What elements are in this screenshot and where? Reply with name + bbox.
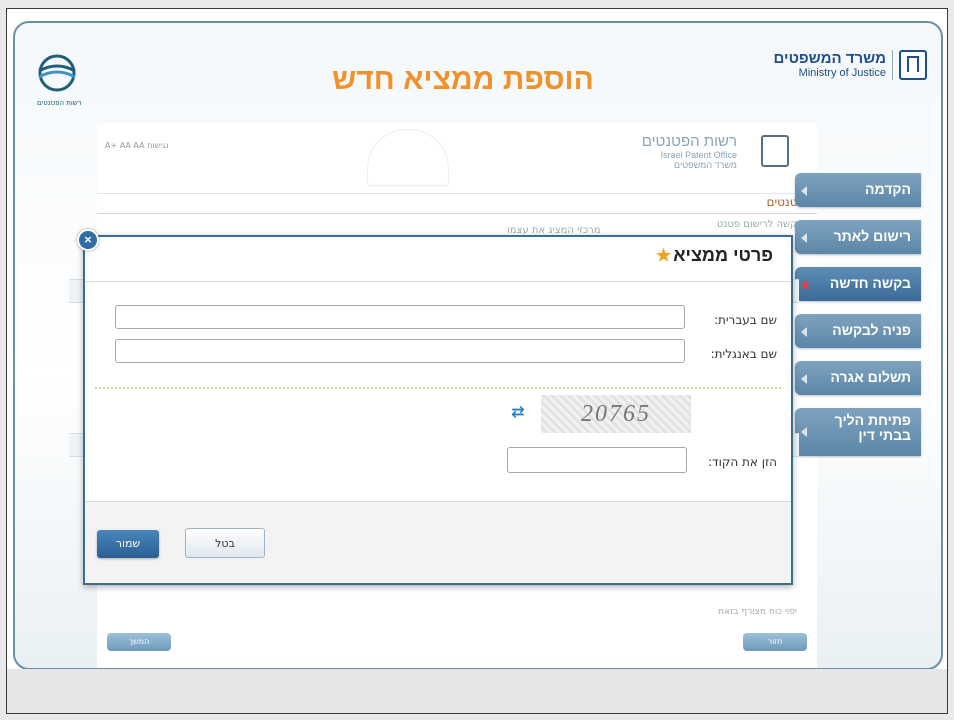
dialog-divider — [85, 281, 791, 282]
nav-court-proceedings[interactable]: פתיחת הליךבבתי דין — [795, 408, 921, 456]
ipo-logo-icon — [37, 53, 77, 93]
nav-active-arrow-icon — [801, 280, 807, 290]
app-ipo-name: רשות הפטנטים Israel Patent Office משרד ה… — [642, 133, 737, 170]
nav-site-registration[interactable]: רישום לאתר — [795, 220, 921, 254]
hebrew-name-input[interactable] — [115, 305, 685, 329]
ipo-logo-text: רשות הפטנטים — [37, 99, 117, 107]
app-emblem-icon — [761, 135, 789, 167]
nav-intro[interactable]: הקדמה — [795, 173, 921, 207]
cancel-button[interactable]: בטל — [185, 528, 265, 558]
nav-application-request-label: פניה לבקשה — [832, 322, 911, 338]
english-name-input[interactable] — [115, 339, 685, 363]
star-icon: ★ — [656, 246, 671, 266]
code-label: הזן את הקוד: — [708, 455, 777, 469]
nav-court-line1: פתיחת הליך — [795, 413, 911, 428]
save-button[interactable]: שמור — [97, 530, 159, 558]
slide-bottom-area — [7, 669, 947, 714]
app-ipo-name-en: Israel Patent Office — [642, 150, 737, 160]
nav-arrow-icon — [801, 233, 807, 243]
nav-intro-label: הקדמה — [865, 181, 911, 197]
ministry-divider — [892, 50, 893, 80]
nav-fee-payment-label: תשלום אגרה — [830, 369, 911, 385]
back-button[interactable]: חזור — [743, 633, 807, 651]
inventor-details-dialog: × פרטי ממציא ★ שם בעברית: שם באנגלית: ⇄ … — [83, 235, 793, 585]
close-icon[interactable]: × — [77, 229, 99, 251]
app-header: A+ AA AA נגישות רשות הפטנטים Israel Pate… — [97, 123, 817, 194]
slide-frame: רשות הפטנטים הוספת ממציא חדש משרד המשפטי… — [6, 8, 948, 714]
slide-title: הוספת ממציא חדש — [293, 63, 633, 97]
nav-fee-payment[interactable]: תשלום אגרה — [795, 361, 921, 395]
nav-arrow-icon — [801, 186, 807, 196]
ipo-logo: רשות הפטנטים — [37, 53, 117, 113]
refresh-captcha-icon[interactable]: ⇄ — [509, 403, 527, 421]
app-ipo-name-he: רשות הפטנטים — [642, 133, 737, 150]
nav-arrow-icon — [801, 327, 807, 337]
nav-new-application-label: בקשה חדשה — [830, 275, 911, 291]
ministry-name-en: Ministry of Justice — [774, 67, 886, 80]
nav-arrow-icon — [801, 374, 807, 384]
nav-site-registration-label: רישום לאתר — [834, 228, 911, 244]
dialog-footer: שמור בטל — [85, 501, 791, 582]
hebrew-name-label: שם בעברית: — [714, 313, 777, 327]
dialog-title-text: פרטי ממציא — [673, 245, 773, 266]
ministry-names: משרד המשפטים Ministry of Justice — [774, 51, 886, 80]
side-nav: הקדמה רישום לאתר בקשה חדשה פניה לבקשה תש… — [795, 173, 921, 469]
poa-checkbox-label[interactable]: יפוי כוח מצורף בזאת — [718, 607, 797, 617]
scales-icon — [367, 129, 449, 186]
next-button[interactable]: המשך — [107, 633, 171, 651]
nav-court-line2: בבתי דין — [795, 428, 911, 443]
ministry-name-he: משרד המשפטים — [774, 51, 886, 67]
captcha-image: 20765 — [541, 395, 691, 433]
ministry-header: משרד המשפטים Ministry of Justice — [774, 47, 927, 83]
app-ipo-ministry: משרד המשפטים — [642, 160, 737, 170]
captcha-code-input[interactable] — [507, 447, 687, 473]
english-name-label: שם באנגלית: — [711, 347, 777, 361]
nav-new-application[interactable]: בקשה חדשה — [795, 267, 921, 301]
dotted-divider — [95, 387, 781, 389]
dialog-title: פרטי ממציא ★ — [656, 245, 773, 266]
nav-arrow-icon — [801, 427, 807, 437]
app-section-bar: פטנטים — [97, 193, 817, 214]
state-emblem-icon — [899, 50, 927, 80]
nav-application-request[interactable]: פניה לבקשה — [795, 314, 921, 348]
accessibility-toolbar[interactable]: A+ AA AA נגישות — [105, 141, 169, 150]
breadcrumb-right: בקשה לרישום פטנט — [717, 219, 803, 230]
